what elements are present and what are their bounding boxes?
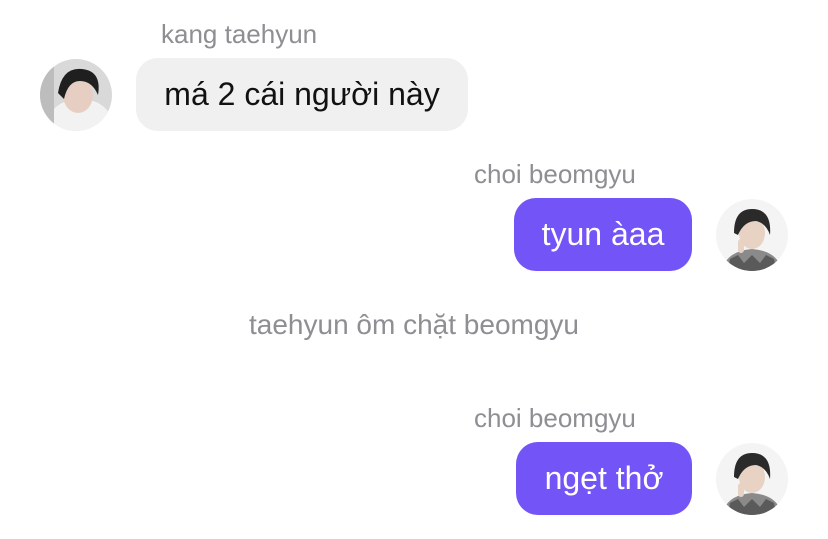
message-bubble[interactable]: ngẹt thở xyxy=(516,442,692,515)
avatar[interactable] xyxy=(716,199,788,271)
beomgyu-avatar-icon xyxy=(716,443,788,515)
taehyun-avatar-icon xyxy=(40,59,112,131)
avatar[interactable] xyxy=(40,59,112,131)
sender-name: kang taehyun xyxy=(161,19,318,49)
message-bubble[interactable]: má 2 cái người này xyxy=(136,58,468,131)
avatar[interactable] xyxy=(716,443,788,515)
sender-name: choi beomgyu xyxy=(474,403,636,433)
sender-name: choi beomgyu xyxy=(474,159,636,189)
system-message: taehyun ôm chặt beomgyu xyxy=(249,309,579,340)
message-bubble[interactable]: tyun àaa xyxy=(514,198,692,271)
beomgyu-avatar-icon xyxy=(716,199,788,271)
